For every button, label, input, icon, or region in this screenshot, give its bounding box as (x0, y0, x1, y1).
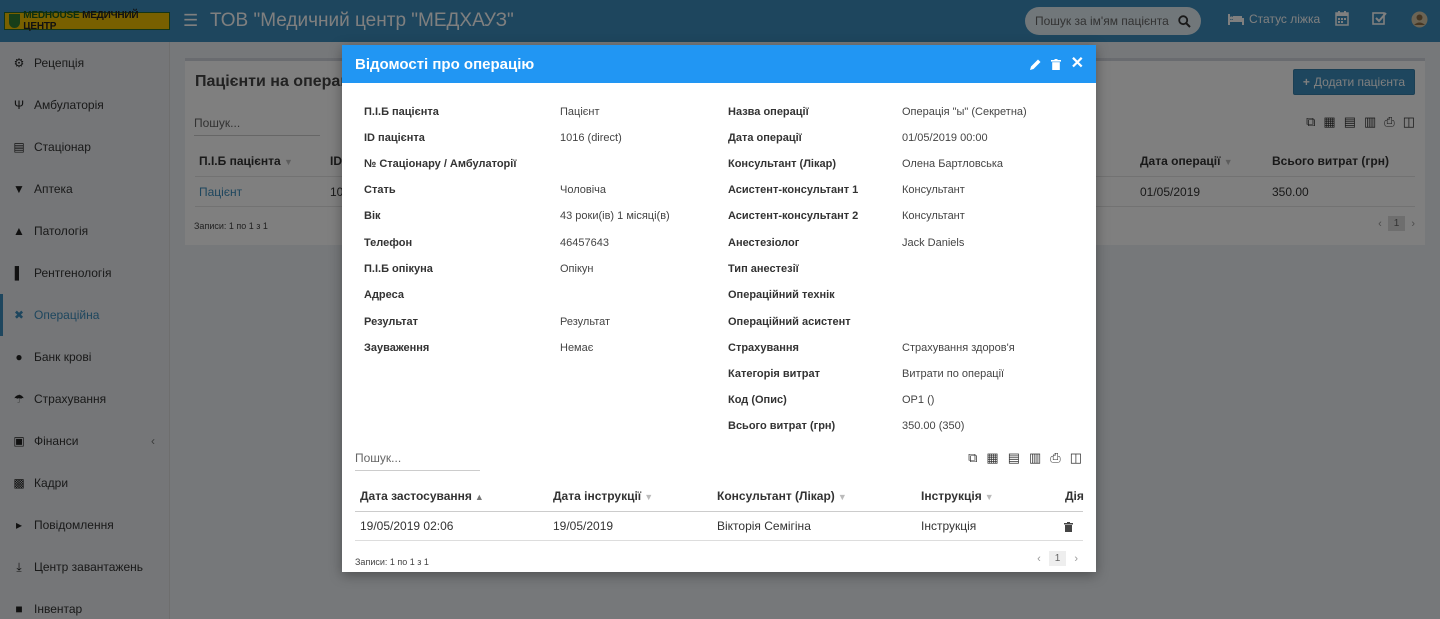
field-value: Олена Бартловська (902, 158, 1004, 170)
field-label: ID пацієнта (364, 132, 425, 144)
field-label: Операційний технік (728, 289, 835, 301)
modal-title: Відомості про операцію (355, 55, 535, 73)
field-label: Адреса (364, 289, 404, 301)
modal-actions: ✕ (1029, 56, 1084, 72)
csv-icon[interactable]: ▤ (1008, 450, 1020, 466)
records-info: Записи: 1 по 1 з 1 (355, 557, 429, 567)
field-label: Вік (364, 210, 381, 222)
delete-row-icon[interactable] (1064, 522, 1073, 532)
field-value: Витрати по операції (902, 368, 1005, 380)
modal-header: Відомості про операцію ✕ (342, 45, 1096, 83)
sort-icon: ▼ (644, 492, 654, 502)
column-header-instruction[interactable]: Інструкція ▼ (921, 489, 994, 503)
print-icon[interactable]: ⎙ (1050, 450, 1060, 466)
table-cell-applied-date: 19/05/2019 02:06 (360, 519, 454, 533)
copy-icon[interactable]: ⧉ (968, 450, 977, 466)
columns-icon[interactable]: ◫ (1070, 450, 1082, 466)
close-icon[interactable]: ✕ (1071, 56, 1084, 72)
field-label: Зауваження (364, 342, 430, 354)
edit-icon[interactable] (1029, 59, 1041, 70)
field-value: Операція "ы" (Секретна) (902, 106, 1027, 118)
page-number[interactable]: 1 (1048, 551, 1067, 566)
prev-page-icon[interactable]: ‹ (1037, 553, 1041, 565)
table-cell-instruction-date: 19/05/2019 (553, 519, 614, 533)
field-label: Асистент-консультант 1 (728, 184, 859, 196)
field-label: Страхування (728, 342, 799, 354)
table-cell-consultant: Вікторія Семігіна (717, 519, 811, 533)
trash-icon[interactable] (1050, 58, 1061, 70)
excel-icon[interactable]: ▦ (986, 450, 998, 466)
field-value: 01/05/2019 00:00 (902, 132, 988, 144)
field-label: Результат (364, 316, 419, 328)
field-value: 350.00 (350) (902, 420, 965, 432)
field-label: Категорія витрат (728, 368, 821, 380)
pdf-icon[interactable]: ▥ (1029, 450, 1041, 466)
divider (355, 511, 1083, 512)
field-label: Код (Опис) (728, 394, 787, 406)
field-label: Консультант (Лікар) (728, 158, 836, 170)
field-label: П.І.Б опікуна (364, 263, 433, 275)
field-value: Опікун (560, 263, 594, 275)
field-value: 46457643 (560, 237, 609, 249)
field-value: Jack Daniels (902, 237, 965, 249)
field-label: № Стаціонару / Амбулаторії (364, 158, 517, 170)
divider (355, 540, 1083, 541)
pagination: ‹ 1 › (1037, 551, 1078, 566)
field-value: Пацієнт (560, 106, 600, 118)
field-label: Телефон (364, 237, 413, 249)
sort-icon: ▼ (837, 492, 847, 502)
column-header-action: Дія (1065, 489, 1084, 503)
field-value: Результат (560, 316, 611, 328)
field-label: Анестезіолог (728, 237, 800, 249)
sort-asc-icon: ▲ (474, 492, 484, 502)
field-label: Дата операції (728, 132, 802, 144)
column-header-instruction-date[interactable]: Дата інструкції ▼ (553, 489, 653, 503)
field-value: Консультант (902, 210, 965, 222)
next-page-icon[interactable]: › (1074, 553, 1078, 565)
column-header-consultant[interactable]: Консультант (Лікар) ▼ (717, 489, 847, 503)
field-label: Стать (364, 184, 396, 196)
field-value: 43 роки(ів) 1 місяці(в) (560, 210, 670, 222)
field-label: Операційний асистент (728, 316, 851, 328)
field-value: Немає (560, 342, 594, 354)
instruction-search-input[interactable]: Пошук... (355, 451, 480, 471)
column-header-applied-date[interactable]: Дата застосування ▲ (360, 489, 484, 503)
field-value: Консультант (902, 184, 965, 196)
field-value: Чоловіча (560, 184, 607, 196)
field-value: OP1 () (902, 394, 935, 406)
sort-icon: ▼ (984, 492, 994, 502)
field-value: Страхування здоров'я (902, 342, 1015, 354)
field-label: П.І.Б пацієнта (364, 106, 439, 118)
export-toolbar: ⧉ ▦ ▤ ▥ ⎙ ◫ (968, 450, 1082, 466)
operation-details-modal: Відомості про операцію ✕ П.І.Б пацієнта … (342, 45, 1096, 572)
field-label: Всього витрат (грн) (728, 420, 836, 432)
field-value: 1016 (direct) (560, 132, 622, 144)
field-label: Тип анестезії (728, 263, 799, 275)
field-label: Назва операції (728, 106, 809, 118)
table-cell-instruction: Інструкція (921, 519, 977, 533)
field-label: Асистент-консультант 2 (728, 210, 859, 222)
